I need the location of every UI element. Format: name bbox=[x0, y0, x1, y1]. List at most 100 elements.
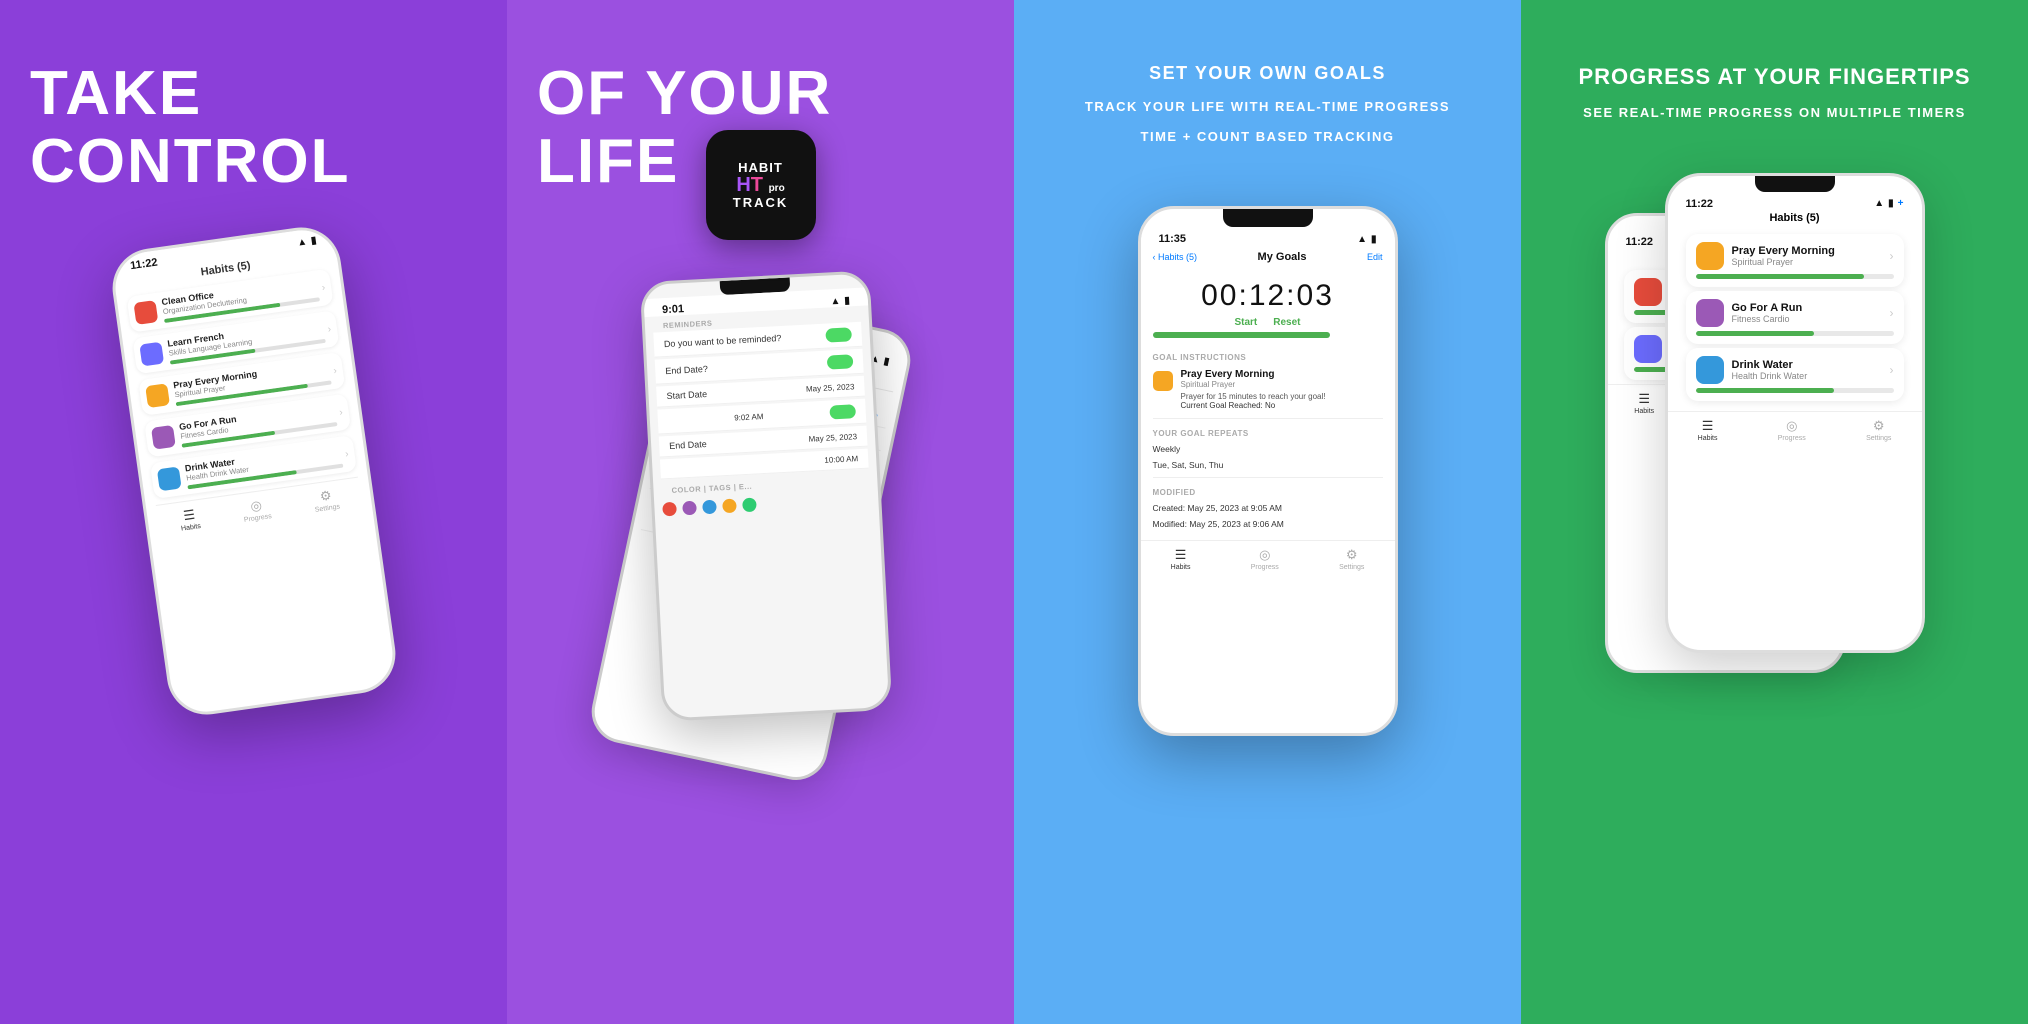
goals-habit-desc: Prayer for 15 minutes to reach your goal… bbox=[1181, 392, 1326, 401]
settings-label: Settings bbox=[314, 504, 340, 514]
phone3-progress-label: Progress bbox=[1251, 564, 1279, 571]
tab-habits[interactable]: ☰ Habits bbox=[178, 507, 201, 534]
p4-front-habit-1-fill bbox=[1696, 274, 1864, 279]
settings-icon: ⚙ bbox=[318, 488, 332, 505]
p4-front-habit-3-row: Drink Water Health Drink Water › bbox=[1696, 356, 1894, 384]
goals-nav-back[interactable]: ‹ Habits (5) bbox=[1153, 252, 1198, 262]
start-date-val: May 25, 2023 bbox=[805, 382, 854, 394]
p4-front-habit-2-name: Go For A Run bbox=[1732, 302, 1803, 314]
phone3-tab-habits[interactable]: ☰ Habits bbox=[1171, 547, 1191, 571]
start-date-label: Start Date bbox=[666, 389, 707, 401]
end-date-toggle[interactable] bbox=[826, 355, 853, 370]
panel1-title: TAKE CONTROL bbox=[30, 60, 477, 196]
phone3-tab-bar: ☰ Habits ◎ Progress ⚙ Settings bbox=[1141, 540, 1395, 577]
p4-front-habit-2-info: Go For A Run Fitness Cardio bbox=[1732, 302, 1803, 324]
panel-take-control: TAKE CONTROL 11:22 ▲ ▮ Habits (5) Clean … bbox=[0, 0, 507, 1024]
phone4-front-time: 11:22 bbox=[1686, 198, 1714, 210]
phone3-mockup: 11:35 ▲ ▮ ‹ Habits (5) My Goals Edit 00:… bbox=[1138, 206, 1398, 736]
goal-instructions-label: GOAL INSTRUCTIONS bbox=[1141, 347, 1395, 365]
phone4-front: 11:22 ▲ ▮ + Habits (5) Pray Every Mornin… bbox=[1665, 173, 1925, 653]
battery-icon-6: ▮ bbox=[1888, 198, 1894, 209]
end-date-label: End Date? bbox=[665, 364, 708, 376]
your-goal-repeats-label: YOUR GOAL REPEATS bbox=[1141, 423, 1395, 441]
goals-habit-row: Pray Every Morning Spiritual Prayer Pray… bbox=[1141, 365, 1395, 414]
battery-icon: ▮ bbox=[310, 235, 317, 247]
goals-habit-name: Pray Every Morning bbox=[1181, 369, 1326, 380]
phone1-screen: Habits (5) Clean Office Organization Dec… bbox=[113, 244, 373, 547]
remind-toggle[interactable] bbox=[825, 328, 852, 343]
panel3-title-block: SET YOUR OWN GOALS TRACK YOUR LIFE WITH … bbox=[1085, 60, 1450, 156]
timer-start-button[interactable]: Start bbox=[1234, 317, 1257, 328]
panel3-title: SET YOUR OWN GOALS bbox=[1085, 60, 1450, 87]
p4-front-habit-3-fill bbox=[1696, 388, 1835, 393]
p4-front-habit-1: Pray Every Morning Spiritual Prayer › bbox=[1686, 234, 1904, 287]
p4-front-habit-2: Go For A Run Fitness Cardio › bbox=[1686, 291, 1904, 344]
goals-habit-color bbox=[1153, 371, 1173, 391]
habit5-chevron-icon: › bbox=[344, 449, 349, 460]
p4-front-tab-progress[interactable]: ◎ Progress bbox=[1778, 418, 1806, 442]
goals-habit-status: Current Goal Reached: No bbox=[1181, 401, 1326, 410]
p4-front-habit-1-name: Pray Every Morning bbox=[1732, 245, 1835, 257]
phone3-tab-settings[interactable]: ⚙ Settings bbox=[1339, 547, 1364, 571]
habit2-chevron-icon: › bbox=[326, 324, 331, 335]
tab-settings[interactable]: ⚙ Settings bbox=[312, 487, 340, 514]
remind-label: Do you want to be reminded? bbox=[663, 333, 781, 349]
p4-front-habit-1-color bbox=[1696, 242, 1724, 270]
p4-front-habit-2-row: Go For A Run Fitness Cardio › bbox=[1696, 299, 1894, 327]
logo-h: H bbox=[736, 174, 750, 196]
color-dot-orange bbox=[722, 499, 737, 514]
p4-front-habit-1-row: Pray Every Morning Spiritual Prayer › bbox=[1696, 242, 1894, 270]
p4-front-habit-3-name: Drink Water bbox=[1732, 359, 1808, 371]
phone3-habits-icon: ☰ bbox=[1175, 547, 1187, 563]
goals-divider-2 bbox=[1153, 477, 1383, 478]
phone3-status: 11:35 ▲ ▮ bbox=[1141, 227, 1395, 245]
timer-time: 00:12:03 bbox=[1141, 279, 1395, 313]
p4-front-habit-2-fill bbox=[1696, 331, 1815, 336]
panel3-subtitle2: TIME + COUNT BASED TRACKING bbox=[1085, 127, 1450, 147]
wifi-icon: ▲ bbox=[296, 236, 307, 248]
phone4-front-notch bbox=[1755, 176, 1835, 192]
wifi-icon-6: ▲ bbox=[1874, 198, 1884, 209]
logo-track-text: TRACK bbox=[733, 195, 789, 210]
timer-display: 00:12:03 Start Reset bbox=[1141, 269, 1395, 347]
phone3-tab-progress[interactable]: ◎ Progress bbox=[1251, 547, 1279, 571]
wifi-icon-4: ▲ bbox=[1357, 234, 1367, 245]
p4-front-habit-3-color bbox=[1696, 356, 1724, 384]
battery-icon-3: ▮ bbox=[844, 295, 850, 306]
p4-front-habit-1-info: Pray Every Morning Spiritual Prayer bbox=[1732, 245, 1835, 267]
p4-front-tab-habits[interactable]: ☰ Habits bbox=[1698, 418, 1718, 442]
start-time-toggle[interactable] bbox=[829, 405, 856, 420]
phone3-settings-label: Settings bbox=[1339, 564, 1364, 571]
panel-progress: PROGRESS AT YOUR FINGERTIPS SEE REAL-TIM… bbox=[1521, 0, 2028, 1024]
p4-back-habits-icon: ☰ bbox=[1638, 391, 1650, 407]
p4-front-habit-3-progress bbox=[1696, 388, 1894, 393]
phone4-back-time: 11:22 bbox=[1626, 236, 1654, 248]
habit5-color bbox=[156, 467, 181, 492]
panel-set-goals: SET YOUR OWN GOALS TRACK YOUR LIFE WITH … bbox=[1014, 0, 1521, 1024]
logo-habit-text: HABIT bbox=[738, 160, 783, 175]
phone2-front-time: 9:01 bbox=[661, 303, 684, 316]
goals-nav-edit[interactable]: Edit bbox=[1367, 252, 1383, 262]
p4-front-habit-3-cat: Health Drink Water bbox=[1732, 371, 1808, 381]
end-date2-val: May 25, 2023 bbox=[808, 432, 857, 444]
tab-progress[interactable]: ◎ Progress bbox=[241, 497, 272, 525]
p4-front-tab-settings[interactable]: ⚙ Settings bbox=[1866, 418, 1891, 442]
panel4-subtitle: SEE REAL-TIME PROGRESS ON MULTIPLE TIMER… bbox=[1551, 103, 1998, 123]
created-val: Created: May 25, 2023 at 9:05 AM bbox=[1153, 503, 1282, 513]
battery-icon-2: ▮ bbox=[882, 356, 890, 368]
p4-front-habit-2-color bbox=[1696, 299, 1724, 327]
goals-habit-cat: Spiritual Prayer bbox=[1181, 380, 1326, 389]
phone3-habits-label: Habits bbox=[1171, 564, 1191, 571]
timer-reset-button[interactable]: Reset bbox=[1273, 317, 1300, 328]
timer-progress-bar bbox=[1153, 332, 1331, 338]
p4-front-habit-3: Drink Water Health Drink Water › bbox=[1686, 348, 1904, 401]
p4-back-tab-habits[interactable]: ☰ Habits bbox=[1634, 391, 1654, 415]
p4-front-habit-2-progress bbox=[1696, 331, 1894, 336]
p4-front-habits-icon: ☰ bbox=[1702, 418, 1714, 434]
repeat-days-row: Tue, Sat, Sun, Thu bbox=[1141, 457, 1395, 473]
phone2-wrapper: 9:01 ▲ ▮ Create Habit REQUIRED INFORMATI… bbox=[611, 266, 911, 786]
p4-front-habit-2-cat: Fitness Cardio bbox=[1732, 314, 1803, 324]
phone4-front-habits: Pray Every Morning Spiritual Prayer › Go… bbox=[1668, 234, 1922, 401]
p4-front-progress-label: Progress bbox=[1778, 435, 1806, 442]
habits-label: Habits bbox=[180, 523, 201, 533]
